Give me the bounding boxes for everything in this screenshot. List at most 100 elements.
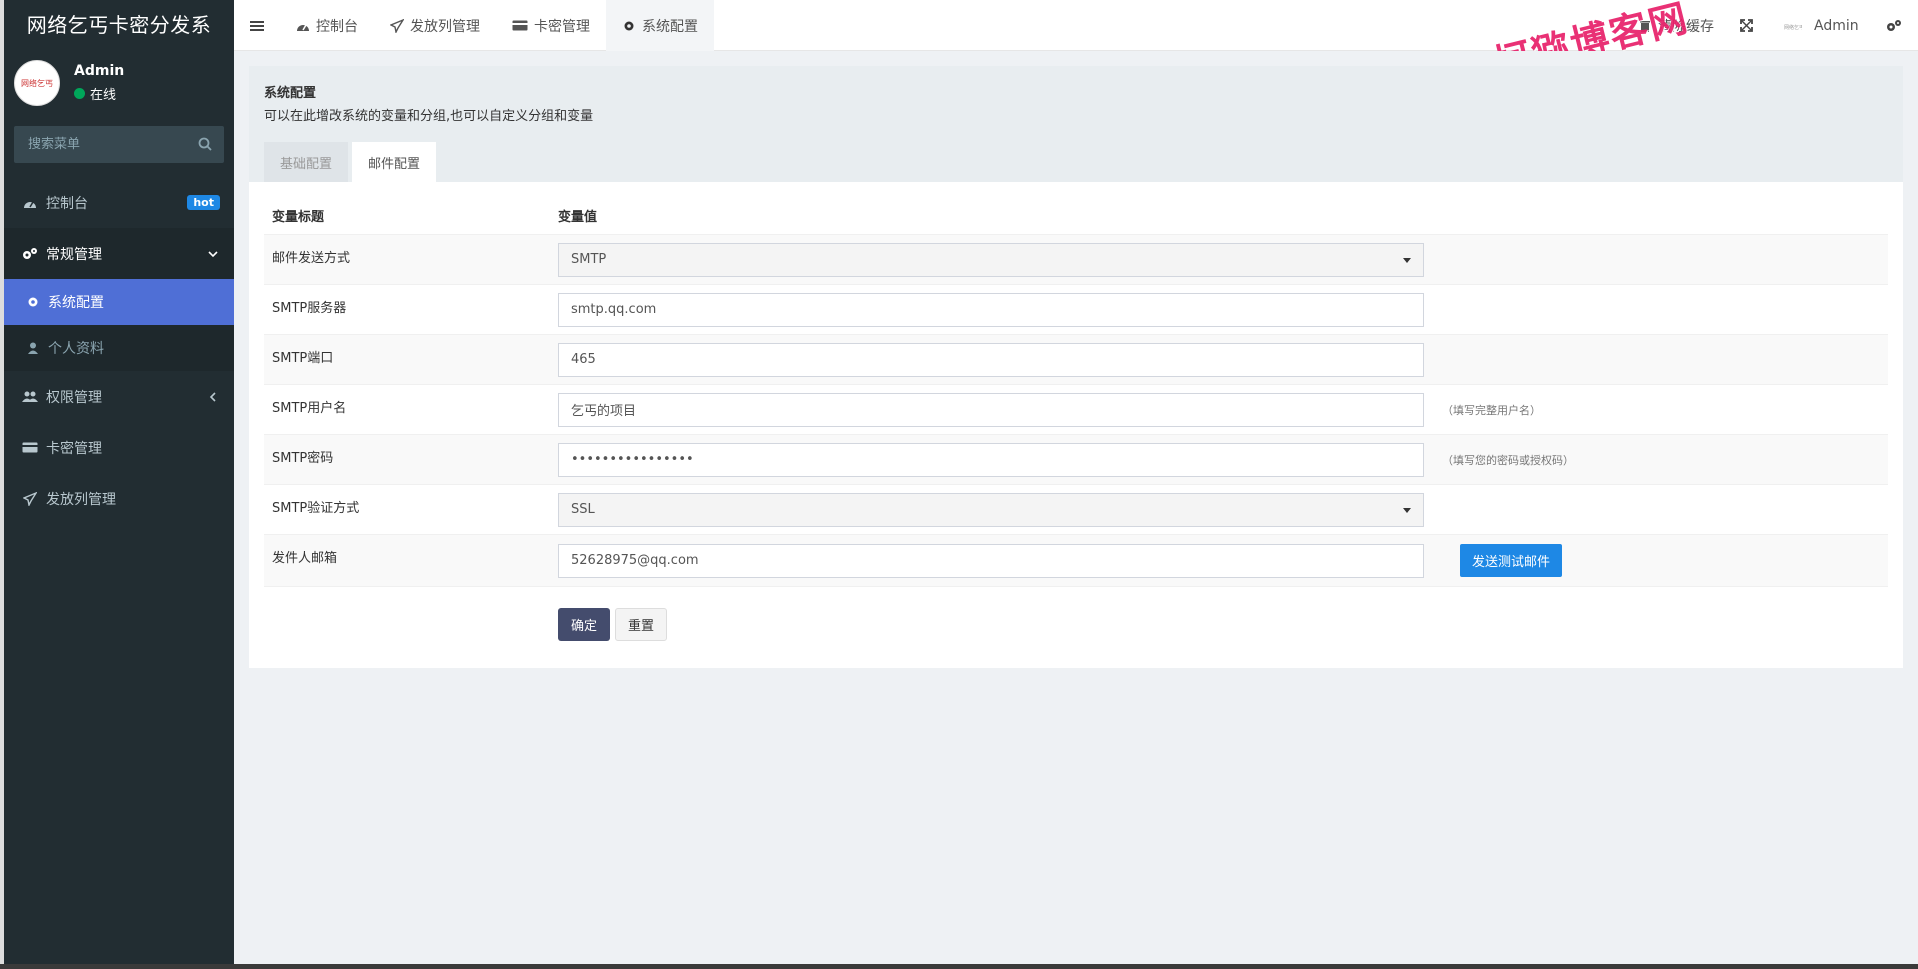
config-panel: 系统配置 可以在此增改系统的变量和分组,也可以自定义分组和变量 基础配置 邮件配… — [249, 66, 1903, 668]
table-row: 邮件发送方式 SMTP — [264, 234, 1888, 284]
dashboard-icon — [22, 196, 38, 210]
sidebar-item-dashboard[interactable]: 控制台 hot — [4, 177, 234, 228]
credit-card-icon — [512, 19, 528, 33]
main-content: 系统配置 可以在此增改系统的变量和分组,也可以自定义分组和变量 基础配置 邮件配… — [234, 51, 1918, 964]
row-label: SMTP验证方式 — [272, 501, 360, 516]
tab-dashboard[interactable]: 控制台 — [296, 0, 358, 51]
sidebar-item-label: 常规管理 — [46, 246, 102, 263]
caret-down-icon — [1403, 257, 1411, 263]
sidebar-item-label: 卡密管理 — [46, 440, 102, 457]
fullscreen-button[interactable] — [1740, 0, 1753, 51]
paper-plane-icon — [390, 18, 404, 33]
row-label: 邮件发送方式 — [272, 251, 351, 266]
sidebar-item-profile[interactable]: 个人资料 — [4, 325, 234, 371]
smtp-user-input[interactable]: 乞丐的项目 — [558, 392, 1424, 427]
mail-config-table: 变量标题 变量值 邮件发送方式 SMTP SMTP服务器 smtp.qq.com… — [264, 196, 1888, 587]
sidebar-item-permissions[interactable]: 权限管理 — [4, 371, 234, 422]
smtp-verify-select[interactable]: SSL — [558, 492, 1424, 527]
user-name: Admin — [74, 63, 125, 79]
mail-type-select[interactable]: SMTP — [558, 242, 1424, 277]
field-hint: （填写您的密码或授权码） — [1442, 453, 1574, 467]
user-status: 在线 — [74, 84, 116, 103]
col-header-value: 变量值 — [558, 209, 598, 225]
col-header-title: 变量标题 — [272, 209, 325, 225]
online-dot-icon — [74, 88, 85, 99]
admin-name: Admin — [1814, 17, 1859, 34]
tab-label: 发放列管理 — [410, 18, 480, 35]
tab-config[interactable]: 系统配置 — [606, 0, 714, 51]
hot-badge: hot — [187, 195, 220, 210]
app-logo[interactable]: 网络乞丐卡密分发系 — [4, 0, 234, 51]
reset-button[interactable]: 重置 — [615, 608, 667, 641]
sidebar-item-general[interactable]: 常规管理 — [4, 228, 234, 279]
sidebar-item-cards[interactable]: 卡密管理 — [4, 422, 234, 473]
settings-button[interactable] — [1886, 0, 1902, 51]
credit-card-icon — [22, 441, 38, 455]
tab-label: 卡密管理 — [534, 18, 590, 35]
user-panel: 网络乞丐 Admin 在线 — [4, 51, 234, 120]
submit-button[interactable]: 确定 — [558, 608, 610, 641]
table-row: SMTP端口 465 — [264, 334, 1888, 384]
cogs-icon[interactable] — [1886, 19, 1902, 33]
table-header: 变量标题 变量值 — [264, 196, 1888, 234]
taskbar-strip — [0, 964, 1918, 969]
caret-down-icon — [1403, 507, 1411, 513]
menu-search-input[interactable] — [14, 126, 224, 163]
general-submenu: 系统配置 个人资料 — [4, 279, 234, 371]
sidebar-menu: 控制台 hot 常规管理 系统配置 个人资料 权限管理 卡密管理 发放列管理 — [4, 177, 234, 524]
dashboard-icon — [296, 19, 310, 33]
chevron-down-icon — [208, 250, 218, 257]
input-value: 465 — [571, 352, 596, 367]
tab-label: 系统配置 — [642, 18, 698, 35]
config-tabs: 基础配置 邮件配置 — [264, 142, 440, 182]
table-row: SMTP验证方式 SSL — [264, 484, 1888, 534]
tab-distribution[interactable]: 发放列管理 — [390, 0, 480, 51]
avatar: 网络乞丐 — [1782, 18, 1802, 34]
tab-basic-config[interactable]: 基础配置 — [264, 142, 349, 182]
sidebar-item-config[interactable]: 系统配置 — [4, 279, 234, 325]
paper-plane-icon — [22, 491, 38, 506]
user-icon — [26, 341, 40, 355]
form-actions: 确定 重置 — [558, 608, 667, 641]
user-status-label: 在线 — [90, 88, 117, 103]
smtp-password-input[interactable]: •••••••••••••••• — [558, 442, 1424, 477]
input-value: smtp.qq.com — [571, 302, 657, 317]
table-row: 发件人邮箱 52628975@qq.com 发送测试邮件 — [264, 534, 1888, 586]
hamburger-icon[interactable] — [250, 20, 264, 32]
sidebar-item-label: 发放列管理 — [46, 491, 116, 508]
gear-icon — [622, 19, 636, 33]
users-icon — [22, 390, 38, 404]
search-icon[interactable] — [198, 137, 212, 151]
row-label: SMTP密码 — [272, 451, 334, 466]
sidebar-item-label: 系统配置 — [48, 295, 104, 311]
select-value: SMTP — [571, 252, 607, 267]
tab-label: 控制台 — [316, 18, 358, 35]
cogs-icon — [22, 247, 38, 261]
table-bottom-border — [264, 586, 1888, 587]
row-label: SMTP用户名 — [272, 401, 347, 416]
gear-icon — [26, 295, 40, 309]
table-row: SMTP服务器 smtp.qq.com — [264, 284, 1888, 334]
sender-email-input[interactable]: 52628975@qq.com — [558, 543, 1424, 578]
sidebar-toggle[interactable] — [250, 0, 264, 51]
send-test-mail-button[interactable]: 发送测试邮件 — [1460, 544, 1563, 577]
sidebar-item-label: 控制台 — [46, 195, 88, 212]
input-value: 乞丐的项目 — [571, 404, 637, 419]
tab-cards[interactable]: 卡密管理 — [512, 0, 590, 51]
expand-icon[interactable] — [1740, 19, 1753, 32]
sidebar: 网络乞丐卡密分发系 网络乞丐 Admin 在线 控制台 hot 常规管理 — [4, 0, 234, 964]
field-hint: （填写完整用户名） — [1442, 403, 1541, 417]
smtp-host-input[interactable]: smtp.qq.com — [558, 292, 1424, 327]
panel-header: 系统配置 可以在此增改系统的变量和分组,也可以自定义分组和变量 基础配置 邮件配… — [249, 66, 1903, 182]
page-description: 可以在此增改系统的变量和分组,也可以自定义分组和变量 — [264, 109, 594, 124]
smtp-port-input[interactable]: 465 — [558, 342, 1424, 377]
row-label: 发件人邮箱 — [272, 551, 338, 566]
user-menu[interactable]: 网络乞丐 Admin — [1782, 0, 1859, 51]
avatar: 网络乞丐 — [14, 60, 60, 106]
sidebar-item-distribution[interactable]: 发放列管理 — [4, 473, 234, 524]
svg-text:网络乞丐: 网络乞丐 — [1784, 24, 1802, 31]
chevron-left-icon — [209, 391, 216, 402]
tab-mail-config[interactable]: 邮件配置 — [352, 142, 437, 182]
input-value: 52628975@qq.com — [571, 553, 699, 568]
table-row: SMTP用户名 乞丐的项目 （填写完整用户名） — [264, 384, 1888, 434]
